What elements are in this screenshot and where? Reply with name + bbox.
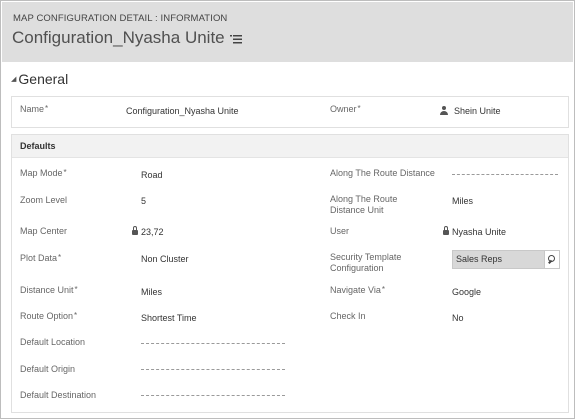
along-route-distance-label: Along The Route Distance bbox=[330, 168, 435, 178]
default-destination-field[interactable] bbox=[141, 395, 285, 396]
general-section-title: General bbox=[18, 71, 69, 87]
navigate-via-label: Navigate Via* bbox=[330, 285, 385, 295]
name-field[interactable]: Configuration_Nyasha Unite bbox=[126, 106, 239, 117]
route-option-label: Route Option* bbox=[20, 311, 78, 321]
map-center-value: 23,72 bbox=[141, 227, 164, 237]
defaults-section-title: Defaults bbox=[20, 141, 56, 151]
name-label: Name* bbox=[20, 104, 49, 114]
collapse-triangle-icon: ◢ bbox=[11, 76, 17, 83]
form-header: MAP CONFIGURATION DETAIL : INFORMATION C… bbox=[2, 2, 573, 62]
breadcrumb: MAP CONFIGURATION DETAIL : INFORMATION bbox=[13, 13, 228, 24]
security-template-label: Security Template Configuration bbox=[330, 252, 402, 273]
default-origin-label: Default Origin bbox=[20, 364, 76, 374]
default-origin-field[interactable] bbox=[141, 369, 285, 370]
along-route-distance-field[interactable] bbox=[452, 174, 558, 175]
map-center-label: Map Center bbox=[20, 226, 68, 236]
check-in-field[interactable]: No bbox=[452, 313, 464, 324]
zoom-level-field[interactable]: 5 bbox=[141, 196, 146, 207]
default-destination-label: Default Destination bbox=[20, 390, 97, 400]
owner-value[interactable]: Shein Unite bbox=[454, 106, 501, 116]
zoom-level-label: Zoom Level bbox=[20, 195, 68, 205]
along-route-distance-unit-field[interactable]: Miles bbox=[452, 196, 473, 207]
check-in-label: Check In bbox=[330, 311, 366, 321]
security-template-lookup[interactable]: Sales Reps bbox=[452, 250, 560, 269]
owner-label: Owner* bbox=[330, 104, 361, 114]
route-option-field[interactable]: Shortest Time bbox=[141, 313, 197, 324]
along-route-distance-unit-label: Along The Route Distance Unit bbox=[330, 194, 398, 215]
security-template-value[interactable]: Sales Reps bbox=[456, 254, 502, 264]
navigate-via-field[interactable]: Google bbox=[452, 287, 481, 298]
list-menu-icon[interactable] bbox=[229, 32, 244, 44]
form-window: MAP CONFIGURATION DETAIL : INFORMATION C… bbox=[0, 0, 575, 419]
map-mode-field[interactable]: Road bbox=[141, 170, 163, 181]
user-label: User bbox=[330, 226, 350, 236]
defaults-header: Defaults bbox=[12, 135, 568, 158]
user-field: Nyasha Unite bbox=[443, 226, 507, 238]
default-location-label: Default Location bbox=[20, 337, 86, 347]
lock-icon bbox=[443, 226, 449, 235]
plot-data-field[interactable]: Non Cluster bbox=[141, 254, 189, 265]
title-row: Configuration_Nyasha Unite bbox=[12, 28, 244, 48]
general-section-toggle[interactable]: ◢ General bbox=[11, 71, 68, 87]
plot-data-label: Plot Data* bbox=[20, 253, 62, 263]
search-icon[interactable] bbox=[544, 251, 559, 268]
owner-field[interactable]: Shein Unite bbox=[440, 105, 501, 117]
defaults-panel: Defaults Map Mode* Road Zoom Level 5 Map… bbox=[11, 134, 569, 413]
distance-unit-label: Distance Unit* bbox=[20, 285, 78, 295]
default-location-field[interactable] bbox=[141, 343, 285, 344]
general-panel: Name* Configuration_Nyasha Unite Owner* … bbox=[11, 96, 569, 128]
user-value: Nyasha Unite bbox=[452, 227, 507, 237]
person-icon bbox=[440, 106, 448, 115]
lock-icon bbox=[132, 226, 138, 235]
map-center-field: 23,72 bbox=[132, 226, 164, 238]
distance-unit-field[interactable]: Miles bbox=[141, 287, 162, 298]
map-mode-label: Map Mode* bbox=[20, 168, 67, 178]
page-title: Configuration_Nyasha Unite bbox=[12, 28, 225, 47]
